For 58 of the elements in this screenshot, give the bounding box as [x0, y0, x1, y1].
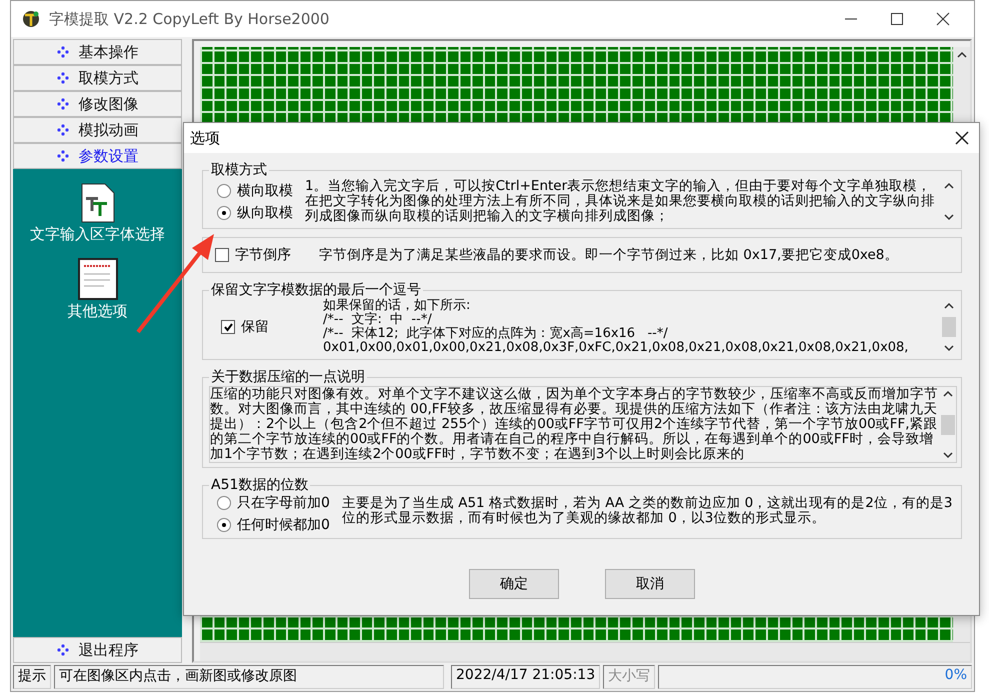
a51-description: 主要是为了当生成 A51 格式数据时，若为 AA 之类的数前边应加 0，这就出现有的是2位，有的是3位的形式显示数据，而有时候也为了美观的缘故都加 0，以3位数的形式显示。 [342, 496, 954, 528]
scroll-up-icon[interactable] [943, 390, 953, 398]
radio-option[interactable]: 只在字母前加0 [217, 494, 330, 512]
group-title: A51数据的位数 [210, 476, 310, 494]
nav-item[interactable]: 基本操作 [13, 39, 182, 65]
nav-item[interactable]: 参数设置 [13, 143, 182, 169]
group-title: 保留文字字模数据的最后一个逗号 [210, 281, 422, 298]
status-label: 提示 [13, 665, 51, 689]
diamond-icon [56, 124, 68, 136]
scroll-up-icon[interactable] [944, 302, 954, 310]
diamond-icon [56, 72, 68, 84]
tool-label[interactable]: 文字输入区字体选择 [30, 225, 165, 244]
scroll-down-icon[interactable] [943, 451, 953, 459]
font-file-icon[interactable] [80, 183, 114, 223]
dialog-title: 选项 [190, 128, 220, 148]
scrollbar-thumb[interactable] [941, 414, 955, 434]
checkbox-option[interactable]: 字节倒序 [215, 246, 291, 264]
example-line: /*-- 文字: 中 --*/ [323, 313, 432, 327]
example-line: /*-- 宋体12; 此字体下对应的点阵为：宽x高=16x16 --*/ [323, 327, 669, 341]
compression-text: 压缩的功能只对图像有效。对单个文字不建议这么做，因为单个文字本身占的字节数较少，压缩率不高或反而增加字节数。对大图像而言，其中连续的 00,FF较多，故压缩显得有必要。现提供的压缩方法如下（作者注：该方法由龙啸九天提出）：2个以上（包含2个但不超过 255个）连续的00或FF字节可仅用2个连续字节代替，第一个字节放00或FF,紧跟的第二个字节放连续的00或FF的个数。用者请在自己的程序中自行解码。所以，在每遇到单个的00或FF时，会导致增加1个字节数；在遇到连续2个00或FF时，字节数不变；在遇到3个以上时则会比原来的 [210, 387, 939, 462]
dialog-button[interactable]: 取消 [605, 569, 695, 599]
example-line: 0x01,0x00,0x01,0x00,0x21,0x08,0x3F,0xFC,0x21,0x08,0x21,0x08,0x21,0x08,0x21,0x08, [323, 341, 910, 355]
group-title: 关于数据压缩的一点说明 [210, 368, 366, 386]
tool-label[interactable]: 其他选项 [68, 302, 128, 321]
status-message: 可在图像区内点击，画新图或修改原图 [54, 665, 444, 689]
document-icon[interactable] [78, 258, 118, 300]
mode-description: 1。当您输入完文字后，可以按Ctrl+Enter表示您想结束文字的输入，但由于要对每个文字单独取模，在把文字转化为图像的处理方法上有所不同，具体说来是如果您要横向取模的话则把输入的文字纵向排列成图像而纵向取模的话则把输入的文字横向排列成图像； [305, 179, 936, 224]
scrollbar[interactable] [200, 642, 970, 661]
scroll-up-icon[interactable] [944, 182, 954, 190]
radio-option[interactable]: 横向取模 [217, 182, 293, 200]
progress-text: 0% [658, 665, 972, 689]
app-icon [21, 9, 41, 29]
diamond-icon [56, 150, 68, 162]
radio-option[interactable]: 纵向取模 [217, 204, 293, 222]
nav-item[interactable]: 取模方式 [13, 65, 182, 91]
exit-item[interactable]: 退出程序 [13, 637, 182, 663]
close-icon[interactable] [936, 12, 950, 26]
scroll-up-icon[interactable] [956, 51, 966, 59]
dialog-button[interactable]: 确定 [469, 569, 559, 599]
diamond-icon [56, 98, 68, 110]
diamond-icon [56, 46, 68, 58]
close-icon[interactable] [955, 131, 969, 145]
window-title: 字模提取 V2.2 CopyLeft By Horse2000 [49, 10, 330, 28]
byte-order-description: 字节倒序是为了满足某些液晶的要求而设。即一个字节倒过来，比如 0x17,要把它变成0xe8。 [319, 248, 900, 262]
maximize-icon[interactable] [890, 12, 904, 26]
nav-item[interactable]: 修改图像 [13, 91, 182, 117]
example-line: 如果保留的话，如下所示: [323, 299, 472, 313]
scroll-down-icon[interactable] [944, 213, 954, 221]
nav-item[interactable]: 模拟动画 [13, 117, 182, 143]
diamond-icon [56, 644, 68, 656]
group-title: 取模方式 [210, 161, 268, 179]
scrollbar-thumb[interactable] [942, 317, 956, 337]
caps-indicator: 大小写 [603, 665, 656, 689]
scroll-down-icon[interactable] [944, 344, 954, 352]
status-datetime: 2022/4/17 21:05:13 [451, 665, 600, 689]
radio-option[interactable]: 任何时候都加0 [217, 516, 330, 534]
checkmark-icon [222, 322, 234, 332]
checkbox-option[interactable]: 保留 [209, 318, 311, 336]
